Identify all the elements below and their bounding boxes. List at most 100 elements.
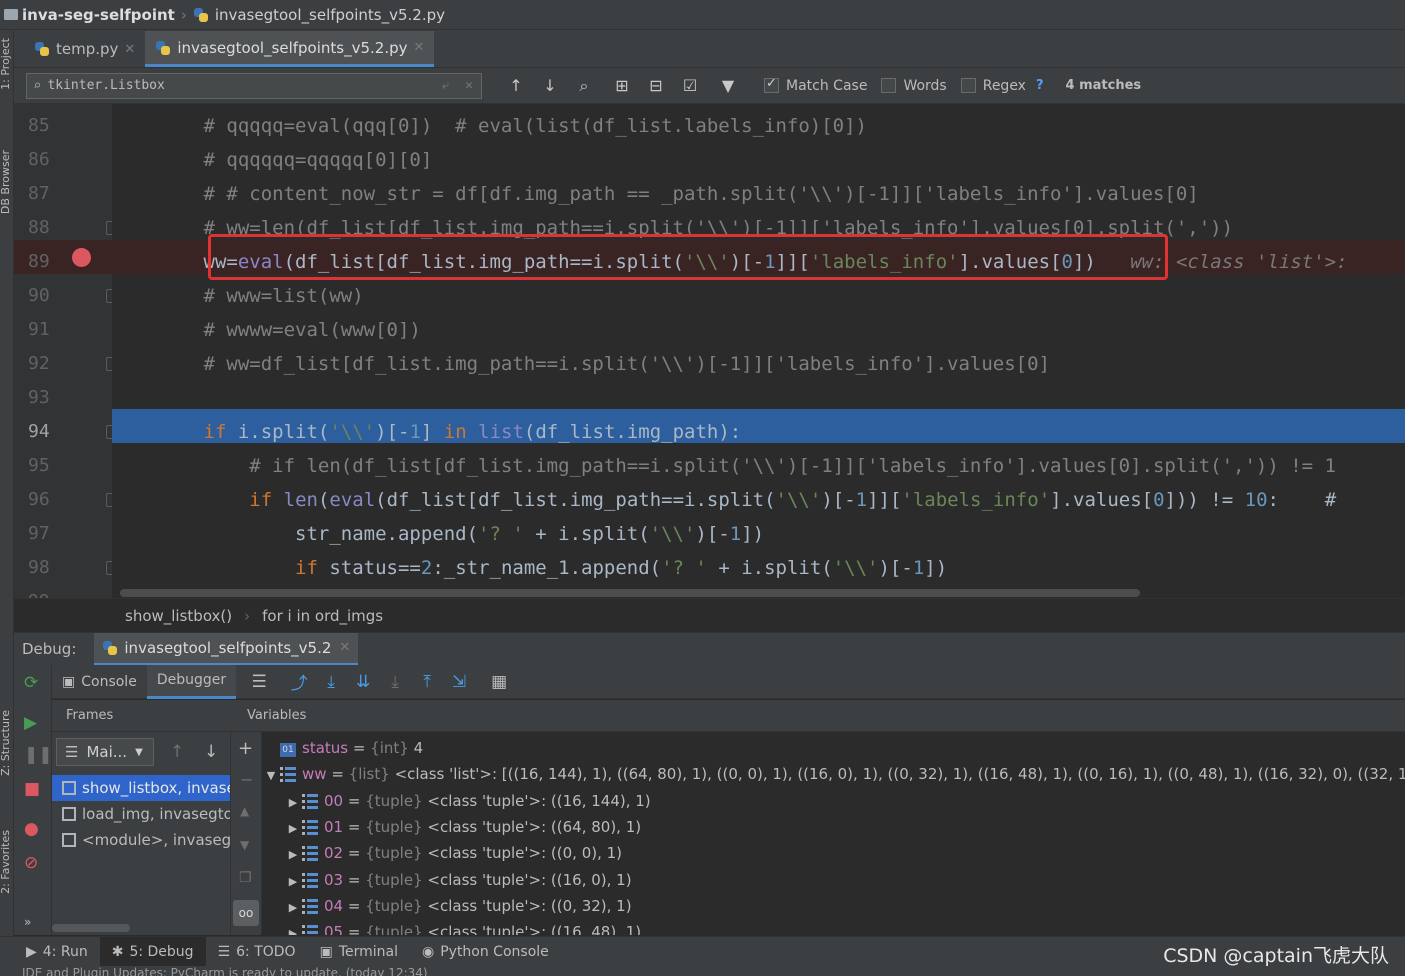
run-to-cursor-icon[interactable]: ⇲ [450, 672, 468, 692]
collapsed-arrow-icon[interactable]: ▶ [284, 842, 302, 868]
code-line[interactable]: # qqqqqq=qqqqq[0][0] [112, 143, 1405, 177]
stop-icon[interactable]: ■ [24, 779, 40, 799]
collapsed-arrow-icon[interactable]: ▶ [284, 816, 302, 842]
line-number[interactable]: 99 [28, 585, 73, 598]
line-number[interactable]: 88 [28, 211, 73, 245]
stack-frame[interactable]: load_img, invasegto [52, 801, 230, 827]
remove-selection-icon[interactable]: ⊟ [648, 76, 664, 95]
resume-icon[interactable]: ▶ [24, 713, 37, 733]
debug-session-tab[interactable]: invasegtool_selfpoints_v5.2 ✕ [94, 632, 359, 666]
variable-row[interactable]: ▶ 05 = {tuple} <class 'tuple'>: ((16, 48)… [284, 919, 641, 935]
rerun-icon[interactable]: ⟳ [24, 673, 38, 693]
favorites-tool-button[interactable]: 2: Favorites [0, 830, 12, 894]
collapsed-arrow-icon[interactable]: ▶ [284, 895, 302, 921]
step-out-icon[interactable]: ⤒ [418, 672, 436, 692]
select-all-occurrences-icon[interactable]: ☑ [682, 76, 698, 95]
move-down-icon[interactable]: ▼ [240, 838, 249, 852]
more-icon[interactable]: » [24, 915, 31, 929]
code-line[interactable]: # # content_now_str = df[df.img_path == … [112, 177, 1405, 211]
line-number[interactable]: 90 [28, 279, 73, 313]
breakpoint-icon[interactable] [72, 248, 91, 267]
words-checkbox[interactable]: Words [881, 78, 947, 94]
code-line[interactable]: # qqqqq=eval(qqq[0]) # eval(list(df_list… [112, 109, 1405, 143]
tool-window-run[interactable]: ▶ 4: Run [14, 937, 100, 967]
pause-icon[interactable]: ❚❚ [24, 745, 53, 765]
tab-console[interactable]: ▣ Console [52, 665, 147, 699]
variable-row[interactable]: ▼ ww = {list} <class 'list'>: [((16, 144)… [262, 761, 1405, 787]
new-watch-icon[interactable]: + [238, 738, 253, 759]
line-number[interactable]: 98 [28, 551, 73, 585]
new-line-icon[interactable]: ⤶ [442, 78, 449, 93]
line-number[interactable]: 86 [28, 143, 73, 177]
expanded-arrow-icon[interactable]: ▼ [262, 763, 280, 789]
project-name[interactable]: inva-seg-selfpoint [22, 6, 175, 24]
search-query[interactable]: tkinter.Listbox [47, 78, 433, 93]
code-line[interactable]: # www=list(ww) [112, 279, 1405, 313]
variable-row[interactable]: ▶ 01 = {tuple} <class 'tuple'>: ((64, 80)… [284, 814, 641, 840]
tool-window-debug[interactable]: ✱ 5: Debug [99, 936, 206, 967]
line-number[interactable]: 92 [28, 347, 73, 381]
horizontal-scrollbar[interactable] [120, 589, 1140, 597]
step-into-my-code-icon[interactable]: ⤓ [386, 672, 404, 692]
code-line[interactable]: # if len(df_list[df_list.img_path==i.spl… [112, 449, 1405, 483]
previous-occurrence-icon[interactable]: ↑ [508, 76, 524, 95]
tab-invasegtool[interactable]: invasegtool_selfpoints_v5.2.py ✕ [145, 31, 435, 67]
code-line[interactable]: # ww=df_list[df_list.img_path==i.split('… [112, 347, 1405, 381]
variable-row[interactable]: 01 status = {int} 4 [262, 735, 423, 761]
line-number[interactable]: 91 [28, 313, 73, 347]
add-selection-icon[interactable]: ⊞ [614, 76, 630, 95]
code-line[interactable]: if len(eval(df_list[df_list.img_path==i.… [112, 483, 1405, 517]
tool-window-python-console[interactable]: ◉ Python Console [410, 937, 561, 967]
code-line[interactable]: if status==2:_str_name_1.append('? ' + i… [112, 551, 1405, 585]
regex-checkbox[interactable]: Regex [960, 78, 1026, 94]
stack-frame[interactable]: show_listbox, invase [52, 775, 230, 801]
tab-temp-py[interactable]: temp.py ✕ [24, 31, 145, 67]
structure-tool-button[interactable]: Z: Structure [0, 710, 12, 776]
close-icon[interactable]: ✕ [339, 640, 350, 655]
mute-breakpoints-icon[interactable]: ⊘ [24, 853, 38, 873]
step-into-icon[interactable]: ⇊ [354, 672, 372, 692]
breadcrumb-function[interactable]: show_listbox() [125, 607, 232, 625]
move-up-icon[interactable]: ▲ [240, 804, 249, 818]
line-number[interactable]: 94 [28, 415, 73, 449]
line-number[interactable]: 97 [28, 517, 73, 551]
collapsed-arrow-icon[interactable]: ▶ [284, 921, 302, 935]
next-occurrence-icon[interactable]: ↓ [542, 76, 558, 95]
collapsed-arrow-icon[interactable]: ▶ [284, 869, 302, 895]
clear-icon[interactable]: ✕ [465, 78, 473, 93]
frames-scrollbar[interactable] [52, 924, 130, 932]
variable-row[interactable]: ▶ 02 = {tuple} <class 'tuple'>: ((0, 0), … [284, 840, 622, 866]
thread-selector[interactable]: ☰ Mai... ▼ [56, 738, 154, 766]
variable-row[interactable]: ▶ 00 = {tuple} <class 'tuple'>: ((16, 144… [284, 788, 651, 814]
match-case-checkbox[interactable]: Match Case [764, 76, 867, 94]
variable-row[interactable]: ▶ 03 = {tuple} <class 'tuple'>: ((16, 0),… [284, 867, 632, 893]
line-number[interactable]: 87 [28, 177, 73, 211]
evaluate-expression-icon[interactable]: ▦ [490, 672, 508, 692]
code-lines[interactable]: # qqqqq=eval(qqq[0]) # eval(list(df_list… [112, 104, 1405, 598]
breadcrumb-loop[interactable]: for i in ord_imgs [262, 607, 383, 625]
tool-window-terminal[interactable]: ▣ Terminal [308, 937, 410, 967]
show-execution-point-icon[interactable]: ⤴ [290, 669, 308, 694]
stack-frame[interactable]: <module>, invasegt [52, 827, 230, 853]
filter-icon[interactable]: ▼ [720, 76, 736, 95]
tab-debugger[interactable]: Debugger [146, 664, 237, 699]
copy-icon[interactable]: ❐ [239, 870, 252, 886]
step-over-icon[interactable]: ⤓ [322, 672, 340, 692]
code-line[interactable] [112, 381, 1405, 415]
db-browser-tool-button[interactable]: DB Browser [0, 150, 12, 214]
find-all-icon[interactable]: ⌕ [576, 76, 592, 96]
close-icon[interactable]: ✕ [124, 42, 135, 57]
menu-icon[interactable]: ☰ [250, 672, 268, 692]
collapsed-arrow-icon[interactable]: ▶ [284, 790, 302, 816]
next-frame-icon[interactable]: ↓ [204, 742, 218, 762]
project-tool-button[interactable]: 1: Project [0, 38, 12, 90]
code-line[interactable]: str_name.append('? ' + i.split('\\')[-1]… [112, 517, 1405, 551]
previous-frame-icon[interactable]: ↑ [170, 742, 184, 762]
view-breakpoints-icon[interactable]: ● [24, 819, 39, 839]
variable-row[interactable]: ▶ 04 = {tuple} <class 'tuple'>: ((0, 32),… [284, 893, 632, 919]
current-file-name[interactable]: invasegtool_selfpoints_v5.2.py [215, 6, 445, 24]
line-number[interactable]: 89 [28, 245, 73, 279]
line-number[interactable]: 96 [28, 483, 73, 517]
code-line[interactable]: if i.split('\\')[-1] in list(df_list.img… [112, 415, 1405, 449]
watches-icon[interactable]: oo [233, 900, 259, 926]
